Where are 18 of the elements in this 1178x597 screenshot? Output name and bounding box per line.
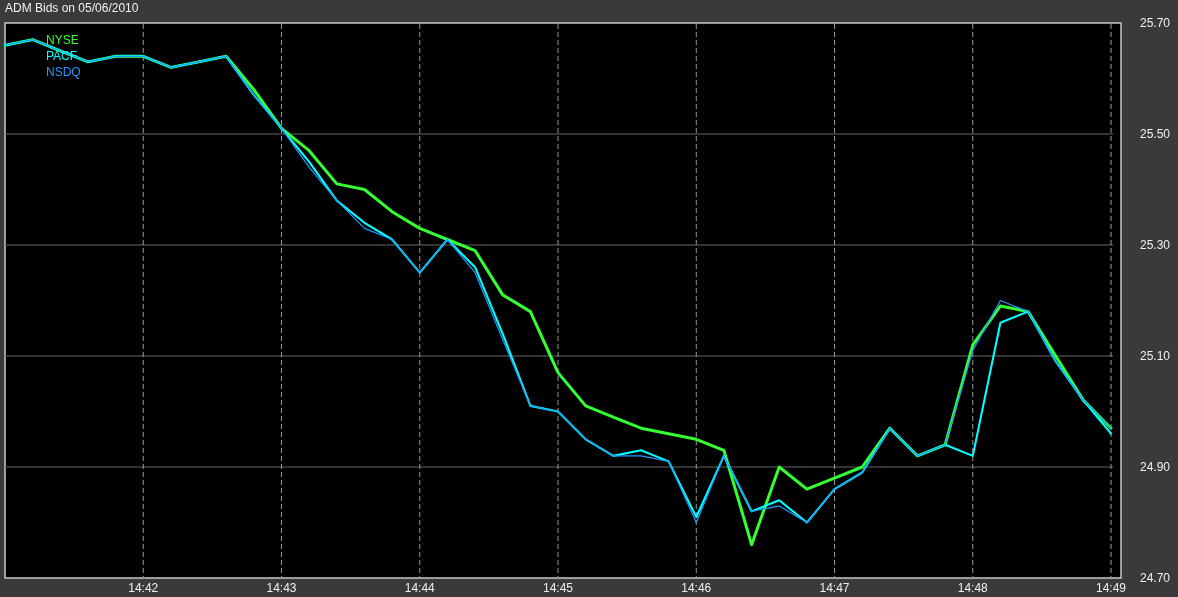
axis-label: 25.10 xyxy=(1139,349,1170,363)
axis-label: 24.90 xyxy=(1139,460,1170,474)
chart-title: ADM Bids on 05/06/2010 xyxy=(5,1,139,15)
legend-label: PACF xyxy=(46,49,78,63)
axis-label: 14:45 xyxy=(543,581,574,595)
axis-label: 25.70 xyxy=(1139,16,1170,30)
legend-label: NYSE xyxy=(46,33,79,47)
axis-label: 14:49 xyxy=(1096,581,1127,595)
axis-label: 14:48 xyxy=(957,581,988,595)
axis-label: 14:44 xyxy=(404,581,435,595)
axis-label: 24.70 xyxy=(1139,571,1170,585)
axis-label: 14:47 xyxy=(819,581,850,595)
legend-label: NSDQ xyxy=(46,65,81,79)
axis-label: 25.30 xyxy=(1139,238,1170,252)
axis-label: 25.50 xyxy=(1139,127,1170,141)
axis-label: 14:42 xyxy=(128,581,159,595)
axis-label: 14:46 xyxy=(681,581,712,595)
axis-label: 14:43 xyxy=(266,581,297,595)
